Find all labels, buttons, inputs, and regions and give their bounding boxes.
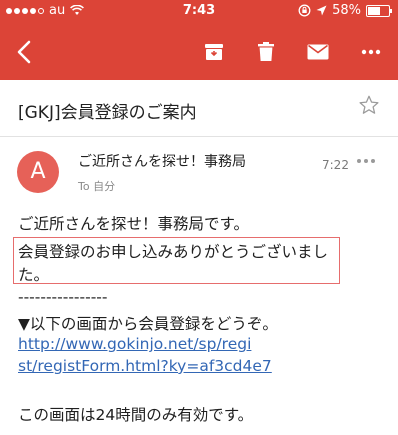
battery-percent: 58% bbox=[332, 3, 361, 18]
sender-name: ご近所さんを探せ！事務局 bbox=[78, 154, 246, 170]
registration-link[interactable]: http://www.gokinjo.net/sp/regi bbox=[18, 335, 251, 353]
body-line: この画面は24時間のみ有効です。 bbox=[18, 406, 254, 424]
mark-unread-button[interactable] bbox=[302, 36, 334, 68]
battery-icon bbox=[366, 4, 392, 17]
body-line: た。 bbox=[18, 266, 50, 284]
toolbar bbox=[0, 30, 398, 74]
rotation-lock-icon bbox=[298, 4, 311, 17]
more-dot-icon bbox=[371, 159, 375, 163]
star-button[interactable] bbox=[358, 94, 380, 120]
subject-row: [GKJ]会員登録のご案内 bbox=[0, 80, 398, 137]
body-line: 会員登録のお申し込みありがとうございまし bbox=[18, 243, 329, 261]
archive-button[interactable] bbox=[198, 36, 230, 68]
trash-icon bbox=[258, 42, 274, 61]
body-separator: ---------------- bbox=[18, 288, 108, 306]
archive-icon bbox=[205, 44, 223, 60]
more-dot-icon bbox=[357, 159, 361, 163]
star-icon bbox=[359, 95, 379, 114]
sender-row[interactable]: A ご近所さんを探せ！事務局 To 自分 7:22 bbox=[0, 137, 398, 201]
recipient-label[interactable]: To 自分 bbox=[78, 178, 115, 194]
mail-icon bbox=[307, 44, 329, 60]
status-bar: au 7:43 58% bbox=[0, 0, 398, 22]
email-subject: [GKJ]会員登録のご案内 bbox=[18, 103, 197, 123]
sent-time: 7:22 bbox=[322, 158, 349, 172]
back-button[interactable] bbox=[8, 36, 40, 68]
registration-link[interactable]: st/registForm.html?ky=af3cd4e7 bbox=[18, 357, 272, 375]
location-arrow-icon bbox=[316, 5, 327, 16]
message-more-button[interactable] bbox=[357, 159, 375, 163]
body-line: ご近所さんを探せ！事務局です。 bbox=[18, 215, 249, 233]
more-icon bbox=[361, 49, 381, 55]
sender-avatar[interactable]: A bbox=[17, 151, 59, 193]
more-dot-icon bbox=[364, 159, 368, 163]
back-arrow-icon bbox=[17, 40, 31, 64]
delete-button[interactable] bbox=[250, 36, 282, 68]
body-line: ▼以下の画面から会員登録をどうぞ。 bbox=[18, 315, 278, 333]
app-bar: au 7:43 58% bbox=[0, 0, 398, 80]
more-options-button[interactable] bbox=[355, 36, 387, 68]
